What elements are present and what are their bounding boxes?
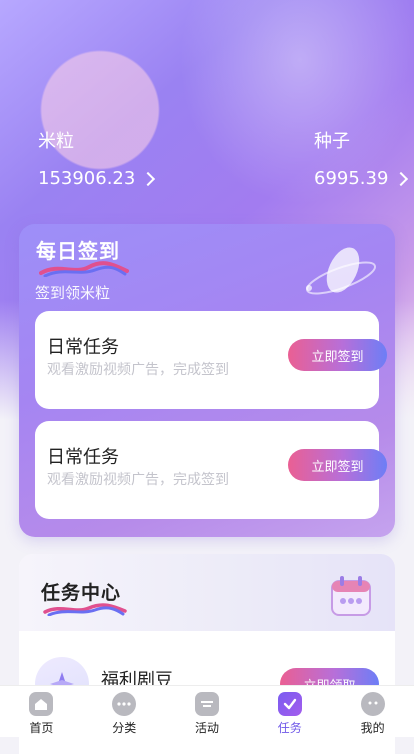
tab-profile[interactable]: 我的: [331, 686, 414, 737]
tab-task[interactable]: 任务: [248, 686, 331, 737]
chevron-right-icon: [394, 171, 409, 186]
task-center-title: 任务中心: [41, 582, 122, 604]
swoosh-decoration-icon: [43, 603, 127, 616]
task-description: 观看激励视频广告，完成签到: [47, 472, 229, 488]
daily-checkin-card: 每日签到 签到领米粒 日常任务 观看激励视频广告，完成签到 立即签到 日常任务 …: [19, 224, 395, 537]
tab-label: 我的: [360, 721, 385, 735]
category-icon: [112, 692, 137, 716]
task-title: 日常任务: [47, 337, 119, 358]
daily-task-card: 日常任务 观看激励视频广告，完成签到 立即签到: [35, 421, 387, 519]
checkin-button[interactable]: 立即签到: [288, 339, 387, 371]
daily-checkin-title: 每日签到: [36, 239, 120, 263]
checkin-button[interactable]: 立即签到: [288, 449, 387, 481]
rice-value-link[interactable]: 153906.23: [38, 168, 156, 189]
chevron-right-icon: [141, 171, 156, 186]
tab-label: 任务: [277, 721, 302, 735]
tab-label: 活动: [194, 721, 219, 735]
task-title: 日常任务: [47, 447, 119, 468]
rice-label: 米粒: [38, 131, 74, 152]
planet-decoration-icon: [305, 247, 377, 295]
seed-value: 6995.39: [314, 168, 389, 189]
bottom-tab-bar: 首页 分类 活动 任务 我的: [0, 685, 414, 737]
tab-category[interactable]: 分类: [83, 686, 166, 737]
tab-home[interactable]: 首页: [0, 686, 83, 737]
tab-label: 首页: [29, 721, 54, 735]
seed-label: 种子: [314, 131, 350, 152]
tab-label: 分类: [112, 721, 137, 735]
calendar-icon: [331, 576, 371, 616]
rice-value: 153906.23: [38, 168, 136, 189]
activity-icon: [194, 692, 219, 716]
task-icon: [277, 692, 302, 716]
task-center-header: 任务中心: [19, 554, 395, 631]
home-icon: [29, 692, 54, 716]
seed-value-link[interactable]: 6995.39: [314, 168, 409, 189]
daily-checkin-subtitle: 签到领米粒: [35, 284, 111, 302]
profile-icon: [360, 692, 385, 716]
task-description: 观看激励视频广告，完成签到: [47, 362, 229, 378]
daily-task-card: 日常任务 观看激励视频广告，完成签到 立即签到: [35, 311, 387, 409]
swoosh-decoration-icon: [39, 261, 129, 277]
tab-activity[interactable]: 活动: [166, 686, 249, 737]
